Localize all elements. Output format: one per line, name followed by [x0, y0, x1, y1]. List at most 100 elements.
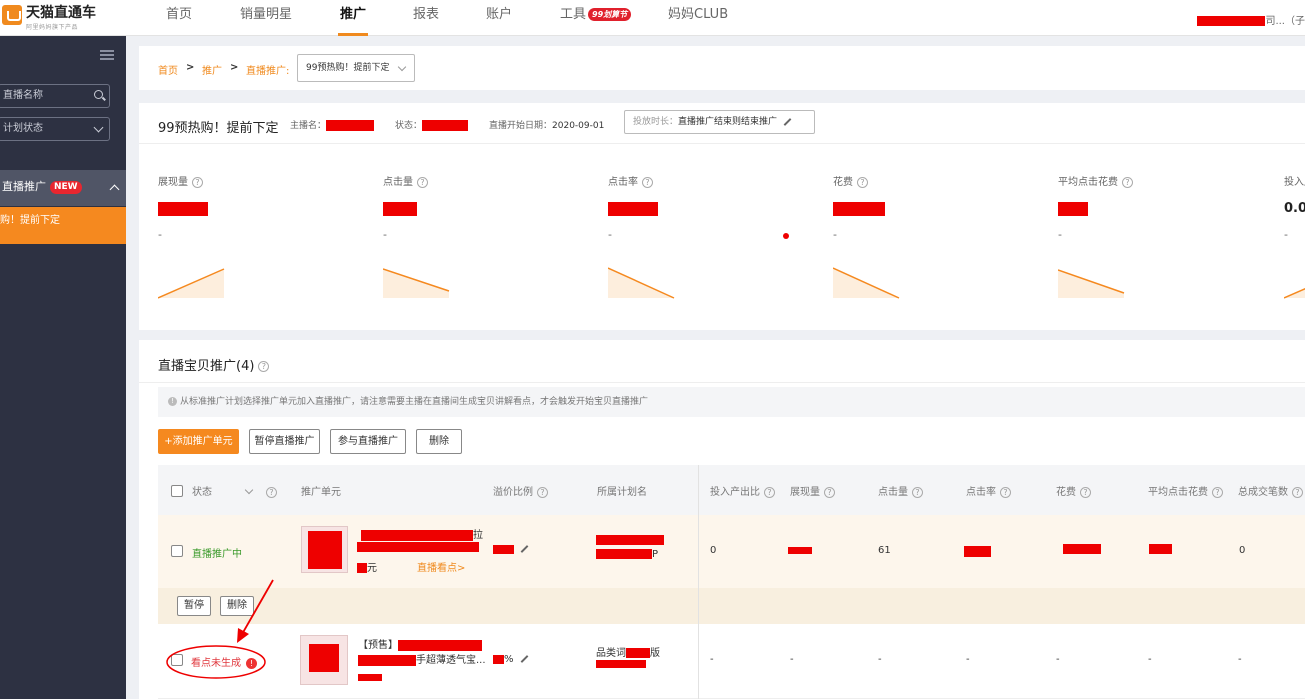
redacted-title [361, 529, 473, 541]
premium-cell: % [493, 654, 529, 665]
pause-live-button[interactable]: 暂停直播推广 [249, 429, 320, 454]
hint-text: 从标准推广计划选择推广单元加入直播推广，请注意需要主播在直播间生成宝贝讲解看点，… [180, 397, 649, 407]
title-prefix: 【预售】 [358, 640, 398, 651]
col-orders[interactable]: 总成交笔数? [1238, 483, 1303, 498]
help-icon[interactable]: ? [642, 176, 653, 188]
pause-row-button[interactable]: 暂停 [177, 596, 211, 616]
product-thumbnail[interactable] [300, 635, 348, 685]
help-icon[interactable]: ? [537, 486, 548, 498]
redacted-plan [596, 660, 646, 668]
help-icon[interactable]: ? [1292, 486, 1303, 498]
divider [139, 382, 1305, 383]
help-icon[interactable]: ? [1000, 486, 1011, 498]
col-status[interactable]: 状态? [192, 483, 277, 498]
nav-home[interactable]: 首页 [166, 0, 192, 36]
nav-tools[interactable]: 工具 99划算节 [560, 0, 632, 36]
col-roi-label: 投入产出比 [710, 487, 760, 498]
help-icon[interactable]: ? [912, 486, 923, 498]
col-roi[interactable]: 投入产出比? [710, 483, 775, 498]
select-all-checkbox[interactable] [171, 485, 183, 497]
metric-clicks[interactable]: 点击量? - [383, 173, 603, 308]
nav-sales-star[interactable]: 销量明星 [240, 0, 292, 36]
redacted-cpc [1149, 544, 1172, 554]
chevron-down-icon[interactable] [244, 485, 254, 495]
edit-icon[interactable] [520, 545, 529, 553]
help-icon[interactable]: ? [1080, 486, 1091, 498]
sidebar-group-live[interactable]: 直播推广 NEW [0, 170, 126, 206]
nav-account[interactable]: 账户 [486, 0, 512, 36]
help-icon[interactable]: ? [1212, 486, 1223, 498]
col-ctr[interactable]: 点击率? [966, 483, 1011, 498]
col-status-label: 状态 [192, 487, 212, 498]
start-date-meta: 直播开始日期：2020-09-01 [489, 118, 604, 131]
product-title-line2 [357, 542, 479, 553]
trend-sparkline [833, 267, 900, 299]
redacted-status [422, 120, 469, 131]
brand-logo[interactable]: 天猫直通车 阿里妈妈旗下产品 [0, 0, 126, 36]
help-icon[interactable]: ? [417, 176, 428, 188]
metric-impressions[interactable]: 展现量? - [158, 173, 378, 308]
redacted-username [1197, 16, 1266, 26]
hint-banner: ! 从标准推广计划选择推广单元加入直播推广，请注意需要主播在直播间生成宝贝讲解看点… [158, 387, 1305, 417]
edit-icon[interactable] [783, 117, 792, 126]
live-highlight-link[interactable]: 直播看点> [417, 559, 465, 574]
metric-cost[interactable]: 花费? - [833, 173, 1053, 308]
col-impressions-label: 展现量 [790, 487, 820, 498]
col-plan: 所属计划名 [597, 487, 647, 498]
breadcrumb-home[interactable]: 首页 [158, 62, 178, 77]
col-clicks[interactable]: 点击量? [878, 483, 923, 498]
help-icon[interactable]: ? [1122, 176, 1133, 188]
help-icon[interactable]: ? [258, 361, 270, 372]
col-cost[interactable]: 花费? [1056, 483, 1091, 498]
nav-mama-club[interactable]: 妈妈CLUB [668, 0, 728, 36]
redacted-plan [596, 549, 652, 559]
chevron-down-icon [93, 122, 104, 133]
cost-cell: - [1056, 654, 1060, 665]
brand-subtitle: 阿里妈妈旗下产品 [26, 24, 79, 31]
orders-cell: 0 [1239, 545, 1246, 556]
row-checkbox[interactable] [171, 545, 183, 557]
product-title-line1[interactable]: 【预售】 [358, 636, 482, 651]
cpc-cell: - [1148, 654, 1152, 665]
plan-name-line1 [596, 535, 664, 546]
menu-collapse-icon[interactable] [100, 50, 114, 60]
warning-icon[interactable]: ! [246, 657, 257, 669]
nav-reports[interactable]: 报表 [413, 0, 439, 36]
ctr-cell: - [966, 654, 970, 665]
nav-tools-label: 工具 [560, 7, 587, 22]
trend-sparkline [158, 268, 225, 299]
nav-promotion[interactable]: 推广 [337, 0, 369, 36]
breadcrumb-promo[interactable]: 推广 [202, 62, 222, 77]
help-icon[interactable]: ? [192, 176, 203, 188]
live-items-panel: 直播宝贝推广(4)? ! 从标准推广计划选择推广单元加入直播推广，请注意需要主播在… [139, 340, 1305, 699]
metric-label: 点击量 [383, 177, 413, 188]
col-cpc[interactable]: 平均点击花费? [1148, 483, 1223, 498]
help-icon[interactable]: ? [857, 176, 868, 188]
add-unit-button[interactable]: +添加推广单元 [158, 429, 239, 454]
plan-status-select[interactable]: 计划状态 [0, 117, 110, 141]
row-checkbox[interactable] [171, 654, 183, 666]
delete-row-button[interactable]: 删除 [220, 596, 254, 616]
search-icon[interactable] [94, 90, 103, 99]
edit-icon[interactable] [520, 655, 528, 663]
help-icon[interactable]: ? [266, 486, 277, 498]
product-title-line1[interactable]: 拉 [361, 526, 483, 541]
help-icon[interactable]: ? [824, 486, 835, 498]
metric-cpc[interactable]: 平均点击花费? - [1058, 173, 1278, 308]
delete-button[interactable]: 删除 [416, 429, 462, 454]
help-icon[interactable]: ? [764, 486, 775, 498]
live-name-search[interactable]: 直播名称 [0, 84, 110, 108]
metric-roi[interactable]: 投入产出比 0.0 - [1284, 173, 1305, 308]
col-impressions[interactable]: 展现量? [790, 483, 835, 498]
clicks-cell: - [878, 654, 882, 665]
plan-select[interactable]: 99预热购！提前下定 [297, 54, 415, 82]
metric-ctr[interactable]: 点击率? - [608, 173, 828, 308]
breadcrumb-live[interactable]: 直播推广: [246, 62, 289, 77]
duration-field[interactable]: 投放时长：直播推广结束则结束推广 [624, 110, 815, 134]
join-live-button[interactable]: 参与直播推广 [330, 429, 406, 454]
sidebar-item-plan[interactable]: 购！提前下定 [0, 207, 126, 244]
user-account[interactable]: 司...（子 [1197, 12, 1305, 27]
anchor-label: 主播名： [290, 121, 327, 131]
product-thumbnail[interactable] [301, 526, 348, 573]
metric-compare: - [833, 228, 837, 241]
